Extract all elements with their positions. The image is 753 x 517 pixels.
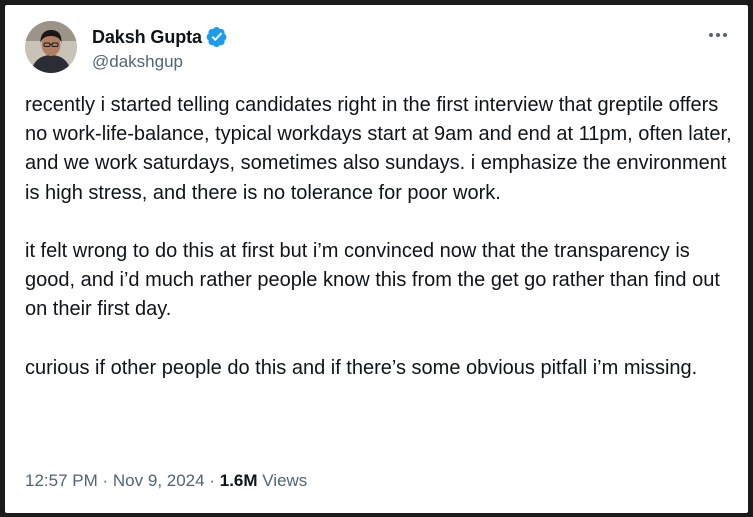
views-label: Views [262, 471, 308, 490]
tweet-paragraph: it felt wrong to do this at first but i’… [25, 240, 720, 321]
meta-separator: · [209, 471, 215, 490]
tweet-paragraph: recently i started telling candidates ri… [25, 94, 732, 204]
tweet-card: Daksh Gupta @dakshgup recently i started… [5, 5, 748, 513]
author-handle[interactable]: @dakshgup [92, 52, 183, 72]
tweet-paragraph: curious if other people do this and if t… [25, 356, 698, 379]
tweet-text: recently i started telling candidates ri… [25, 91, 735, 383]
views-link[interactable]: 1.6M Views [220, 471, 308, 490]
more-options-button[interactable] [704, 23, 732, 47]
avatar[interactable] [25, 21, 77, 73]
tweet-metadata: 12:57 PM · Nov 9, 2024 · 1.6M Views [25, 471, 307, 491]
verified-badge-icon[interactable] [206, 26, 228, 48]
more-horizontal-icon [709, 33, 727, 37]
views-count: 1.6M [219, 471, 258, 490]
meta-separator: · [102, 471, 109, 490]
author-name-row: Daksh Gupta [92, 25, 228, 49]
tweet-time[interactable]: 12:57 PM [25, 471, 98, 490]
avatar-image [25, 21, 77, 73]
tweet-date[interactable]: Nov 9, 2024 [113, 471, 205, 490]
author-display-name[interactable]: Daksh Gupta [92, 27, 202, 48]
